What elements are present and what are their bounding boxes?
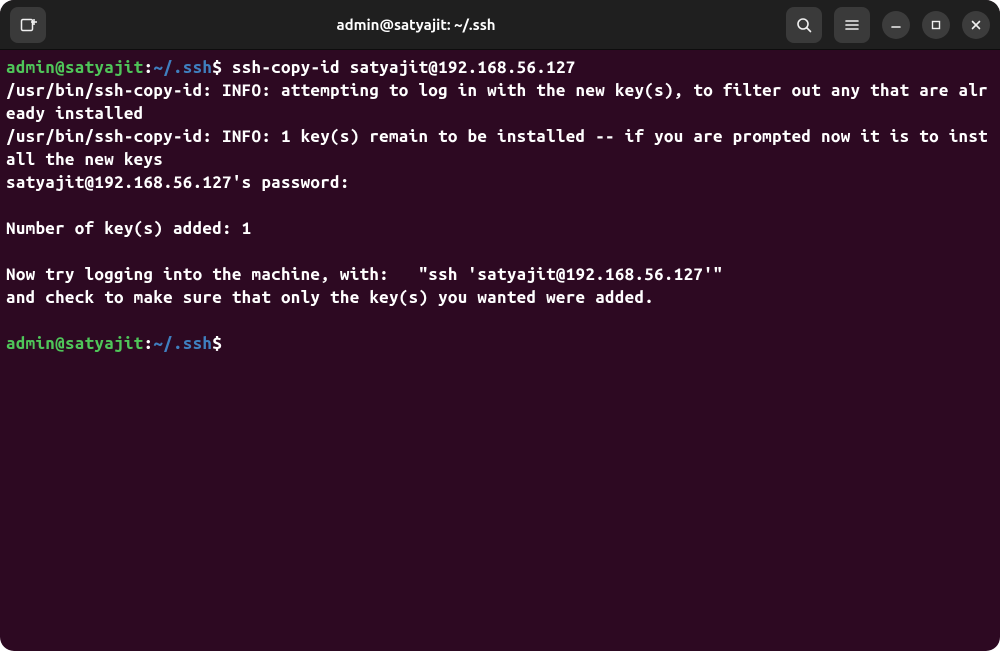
minimize-button[interactable] — [882, 11, 910, 39]
prompt-user: admin — [6, 334, 55, 353]
prompt-user: admin — [6, 58, 55, 77]
command-text: ssh-copy-id satyajit@192.168.56.127 — [232, 58, 576, 77]
output-line: /usr/bin/ssh-copy-id: INFO: attempting t… — [6, 81, 988, 123]
prompt-dollar: $ — [212, 334, 222, 353]
output-line: Number of key(s) added: 1 — [6, 219, 252, 238]
prompt-at: @ — [55, 334, 65, 353]
prompt-host: satyajit — [65, 334, 144, 353]
new-tab-icon — [19, 16, 37, 34]
prompt-host: satyajit — [65, 58, 144, 77]
output-line: and check to make sure that only the key… — [6, 288, 654, 307]
output-line: satyajit@192.168.56.127's password: — [6, 173, 350, 192]
maximize-button[interactable] — [922, 11, 950, 39]
prompt-colon: : — [144, 58, 154, 77]
prompt-colon: : — [144, 334, 154, 353]
prompt-line-1: admin@satyajit:~/.ssh$ ssh-copy-id satya… — [6, 58, 576, 77]
titlebar: admin@satyajit: ~/.ssh — [0, 0, 1000, 50]
new-tab-button[interactable] — [10, 7, 46, 43]
terminal-window: admin@satyajit: ~/.ssh — [0, 0, 1000, 651]
prompt-line-2: admin@satyajit:~/.ssh$ — [6, 334, 222, 353]
maximize-icon — [930, 19, 942, 31]
search-icon — [796, 17, 812, 33]
terminal-content[interactable]: admin@satyajit:~/.ssh$ ssh-copy-id satya… — [0, 50, 1000, 651]
hamburger-icon — [844, 17, 860, 33]
window-title: admin@satyajit: ~/.ssh — [54, 16, 778, 33]
prompt-at: @ — [55, 58, 65, 77]
menu-button[interactable] — [834, 7, 870, 43]
minimize-icon — [890, 19, 902, 31]
prompt-path: ~/.ssh — [153, 58, 212, 77]
prompt-path: ~/.ssh — [153, 334, 212, 353]
search-button[interactable] — [786, 7, 822, 43]
close-button[interactable] — [962, 11, 990, 39]
close-icon — [970, 19, 982, 31]
prompt-dollar: $ — [212, 58, 232, 77]
output-line: Now try logging into the machine, with: … — [6, 265, 723, 284]
output-line: /usr/bin/ssh-copy-id: INFO: 1 key(s) rem… — [6, 127, 988, 169]
